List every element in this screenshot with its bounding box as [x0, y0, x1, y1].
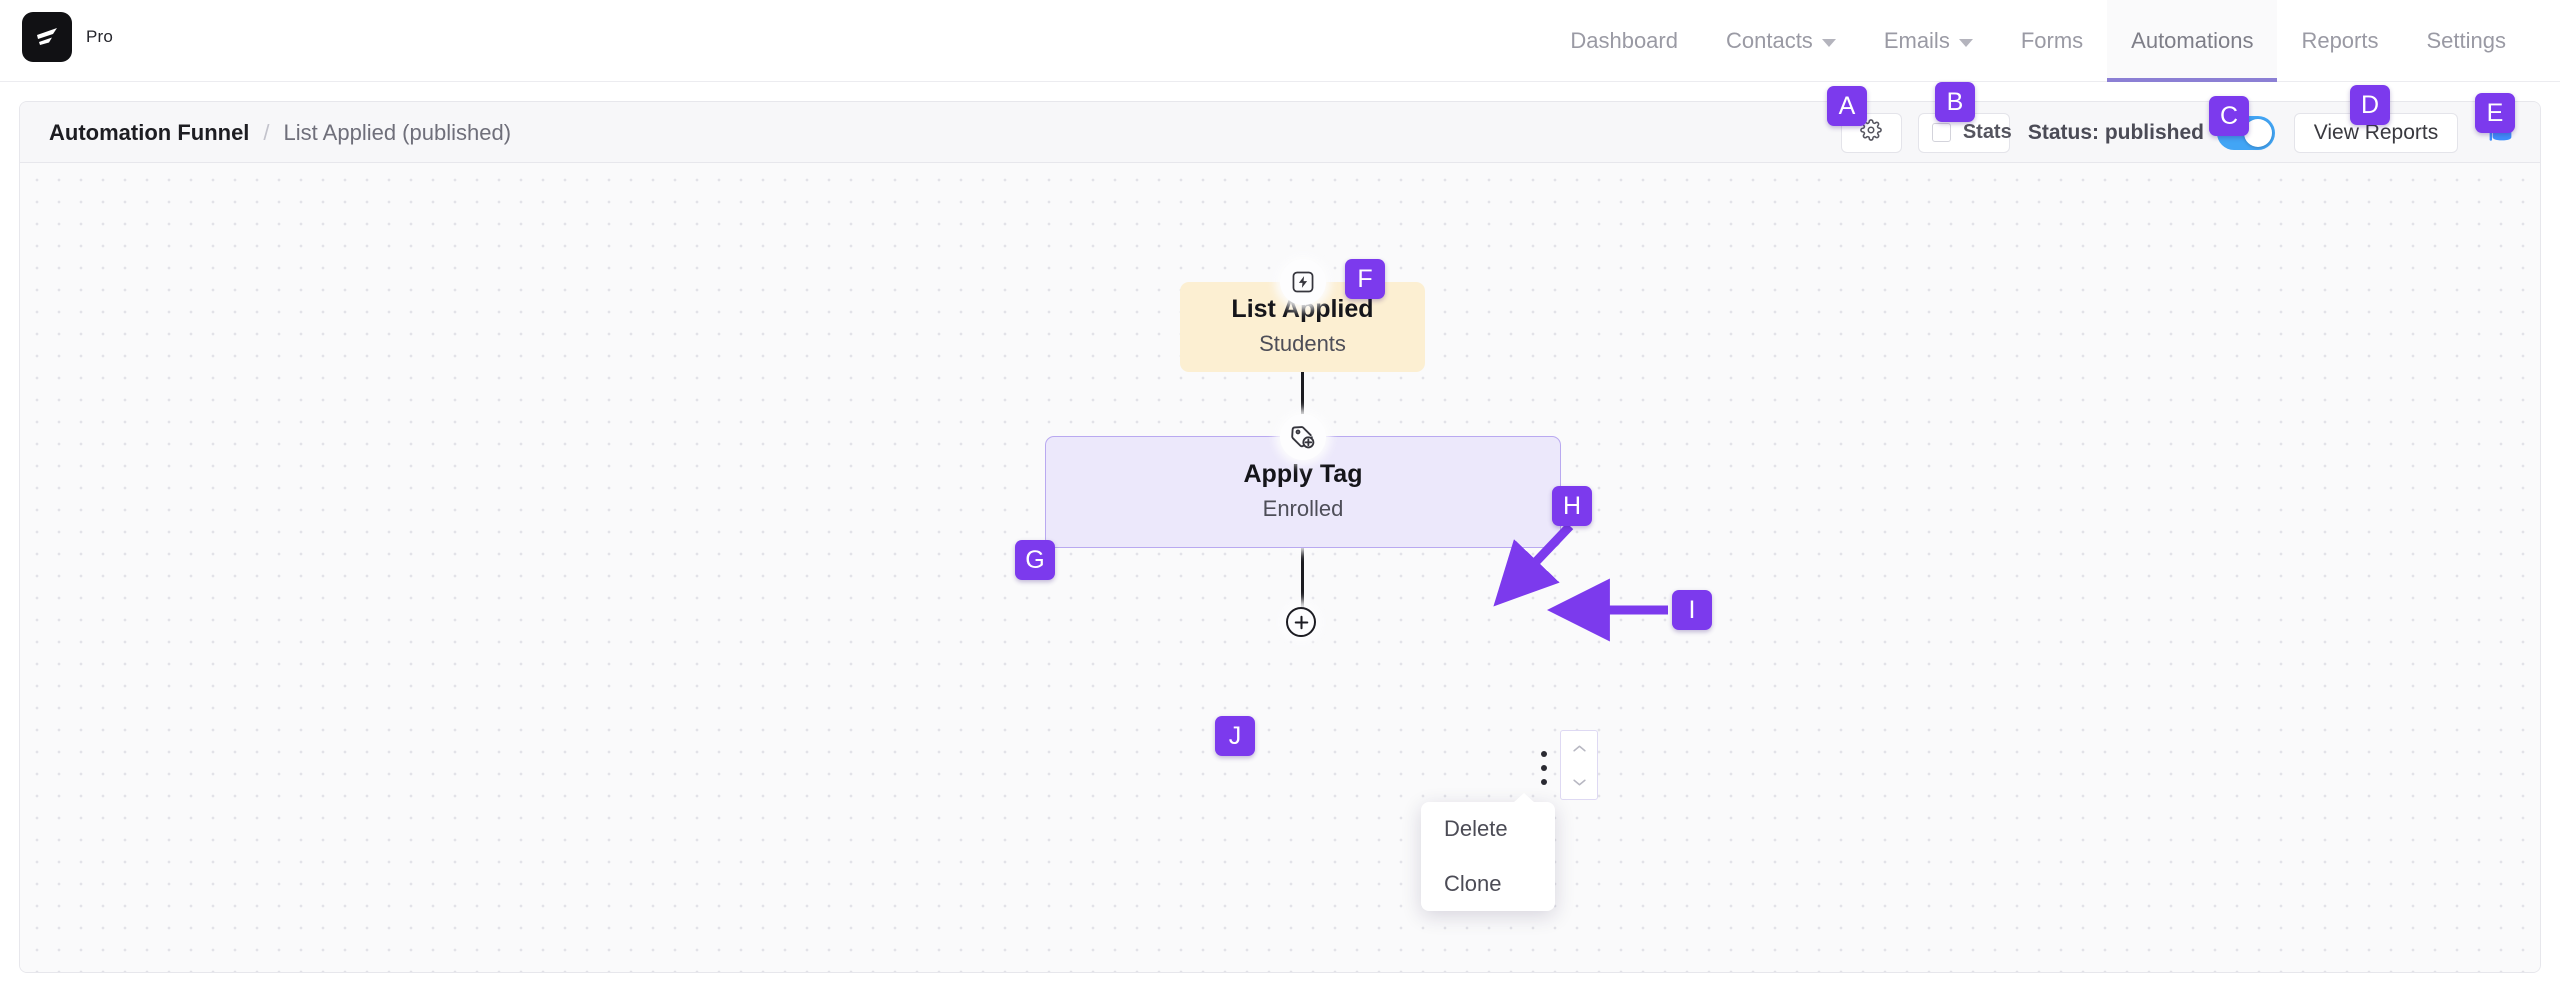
nav-label: Settings: [2426, 28, 2507, 53]
lightning-bolt-icon: [1279, 259, 1326, 305]
automation-editor-panel: Automation Funnel / List Applied (publis…: [19, 101, 2541, 973]
brand-tier-label: Pro: [86, 27, 114, 46]
annotation-badge-c: C: [2209, 96, 2249, 136]
nav-label: Forms: [2020, 28, 2084, 53]
node-subtitle: Enrolled: [1262, 495, 1344, 521]
tag-plus-icon: [1280, 414, 1326, 460]
nav-item-forms[interactable]: Forms: [1997, 0, 2107, 82]
stats-label: Stats: [1962, 121, 2012, 143]
nav-item-settings[interactable]: Settings: [2403, 0, 2531, 82]
flow-connector: [1301, 548, 1304, 610]
nav-links: Dashboard Contacts Emails Forms Automati…: [1546, 0, 2530, 82]
node-context-menu[interactable]: Delete Clone: [1421, 793, 1555, 912]
top-navigation-bar: Pro Dashboard Contacts Emails Forms Auto…: [0, 0, 2560, 82]
annotation-badge-g: G: [1015, 540, 1055, 580]
nav-label: Emails: [1883, 28, 1950, 53]
annotation-badge-d: D: [2350, 85, 2390, 125]
breadcrumb: Automation Funnel / List Applied (publis…: [49, 102, 511, 163]
annotation-badge-b: B: [1935, 82, 1975, 122]
annotation-badge-i: I: [1672, 590, 1712, 630]
nav-label: Dashboard: [1570, 28, 1678, 53]
nav-item-dashboard[interactable]: Dashboard: [1546, 0, 1702, 82]
nav-label: Automations: [2131, 28, 2254, 53]
context-menu-item-delete[interactable]: Delete: [1421, 802, 1555, 857]
chevron-down-icon[interactable]: [1561, 765, 1597, 799]
nav-item-reports[interactable]: Reports: [2277, 0, 2402, 82]
nav-label: Reports: [2301, 28, 2379, 53]
brand-logo-group[interactable]: Pro: [22, 12, 113, 62]
node-order-stepper[interactable]: [1560, 730, 1598, 800]
chevron-down-icon: [1958, 39, 1973, 47]
annotation-badge-e: E: [2475, 93, 2515, 133]
action-node-apply-tag[interactable]: Apply Tag Enrolled: [1045, 414, 1561, 548]
annotation-badge-a: A: [1827, 86, 1867, 126]
nav-item-emails[interactable]: Emails: [1860, 0, 1997, 82]
breadcrumb-current: List Applied (published): [283, 119, 512, 145]
context-menu-item-clone[interactable]: Clone: [1421, 857, 1555, 912]
editor-toolbar: Automation Funnel / List Applied (publis…: [20, 102, 2540, 163]
stats-checkbox[interactable]: [1931, 123, 1951, 142]
breadcrumb-separator: /: [263, 119, 270, 145]
trigger-node-list-applied[interactable]: List Applied Students: [1180, 259, 1425, 372]
node-title: Apply Tag: [1243, 460, 1363, 489]
chevron-down-icon: [1821, 39, 1836, 47]
nav-item-contacts[interactable]: Contacts: [1702, 0, 1860, 82]
nav-label: Contacts: [1725, 28, 1813, 53]
vertical-dots-icon[interactable]: [1531, 751, 1557, 785]
chevron-up-icon[interactable]: [1561, 731, 1597, 765]
node-subtitle: Students: [1259, 330, 1346, 356]
annotation-badge-h: H: [1552, 486, 1592, 526]
status-label: Status: published: [2027, 120, 2204, 144]
automation-flow-canvas[interactable]: List Applied Students Apply Tag Enrolled: [20, 163, 2540, 972]
breadcrumb-root[interactable]: Automation Funnel: [49, 120, 249, 146]
swoosh-logo-icon: [22, 12, 72, 62]
annotation-badge-f: F: [1345, 259, 1385, 299]
add-step-button-bottom[interactable]: [1286, 607, 1316, 637]
annotation-badge-j: J: [1215, 716, 1255, 756]
nav-item-automations[interactable]: Automations: [2107, 0, 2278, 82]
